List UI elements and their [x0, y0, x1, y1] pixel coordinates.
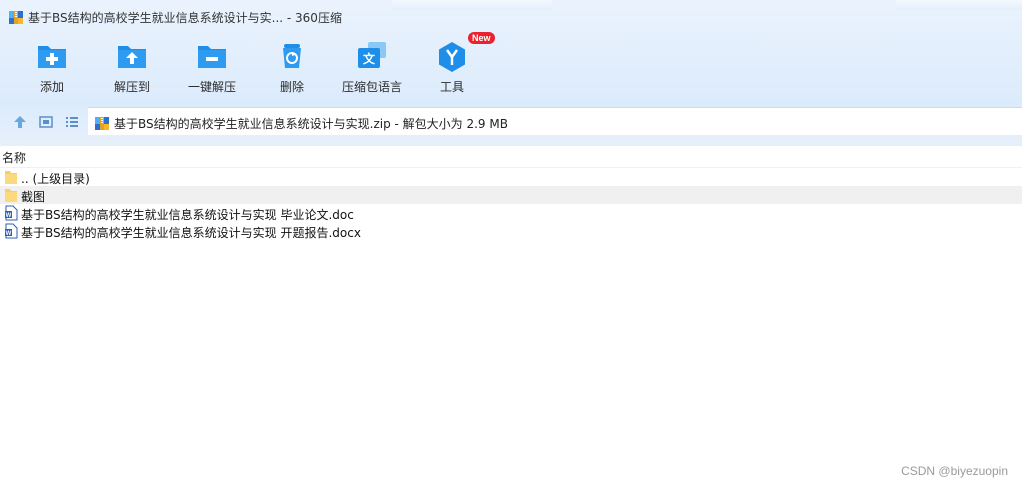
address-row: 基于BS结构的高校学生就业信息系统设计与实现.zip - 解包大小为 2.9 M… [0, 106, 1022, 136]
list-view-icon[interactable] [64, 114, 80, 130]
list-item-parent-directory[interactable]: .. (上级目录) [0, 168, 1022, 186]
add-icon [38, 46, 66, 68]
delete-button[interactable]: 删除 [252, 38, 332, 100]
extract-to-icon [118, 46, 146, 68]
extract-to-label: 解压到 [113, 80, 150, 94]
tools-icon [439, 42, 465, 72]
archive-icon [9, 11, 23, 24]
svg-text:W: W [6, 213, 12, 219]
list-item-thesis-doc[interactable]: W 基于BS结构的高校学生就业信息系统设计与实现 毕业论文.doc [0, 204, 1022, 222]
folder-icon [5, 171, 17, 184]
tools-label: 工具 [439, 80, 464, 94]
address-bar[interactable]: 基于BS结构的高校学生就业信息系统设计与实现.zip - 解包大小为 2.9 M… [88, 107, 1022, 135]
word-document-icon: W [5, 205, 18, 221]
top-panel: 基于BS结构的高校学生就业信息系统设计与实... - 360压缩 添加 解压到 … [0, 0, 1022, 146]
list-item-label: 基于BS结构的高校学生就业信息系统设计与实现 毕业论文.doc [21, 208, 354, 222]
list-item-label: 截图 [21, 190, 46, 204]
word-document-icon: W [5, 223, 18, 239]
one-click-extract-icon [198, 46, 226, 68]
title-bar: 基于BS结构的高校学生就业信息系统设计与实... - 360压缩 [0, 0, 1022, 34]
language-icon: 文 [358, 42, 386, 68]
list-item-label: 基于BS结构的高校学生就业信息系统设计与实现 开题报告.docx [21, 226, 361, 240]
watermark: CSDN @biyezuopin [901, 464, 1008, 478]
svg-text:文: 文 [363, 51, 376, 66]
extract-to-button[interactable]: 解压到 [92, 38, 172, 100]
add-label: 添加 [39, 80, 64, 94]
add-button[interactable]: 添加 [12, 38, 92, 100]
up-arrow-icon[interactable] [12, 114, 28, 130]
tools-button[interactable]: New 工具 [412, 32, 495, 100]
column-name-label: 名称 [2, 151, 27, 165]
svg-text:W: W [6, 231, 12, 237]
thumbnail-view-icon[interactable] [38, 114, 54, 130]
address-path: 基于BS结构的高校学生就业信息系统设计与实现.zip - 解包大小为 2.9 M… [114, 117, 508, 131]
new-badge: New [468, 32, 495, 44]
language-label: 压缩包语言 [341, 80, 402, 94]
list-item-label: .. (上级目录) [21, 172, 90, 186]
list-item-proposal-docx[interactable]: W 基于BS结构的高校学生就业信息系统设计与实现 开题报告.docx [0, 222, 1022, 240]
file-list: .. (上级目录) 截图 W 基于BS结构的高校学生就业信息系统设计与实现 毕业… [0, 168, 1022, 240]
delete-icon [283, 44, 301, 68]
toolbar: 添加 解压到 一键解压 删除 文 压缩包语言 New 工具 [0, 32, 1022, 100]
folder-icon [5, 189, 17, 202]
delete-label: 删除 [279, 80, 304, 94]
window-title: 基于BS结构的高校学生就业信息系统设计与实... - 360压缩 [28, 11, 342, 25]
one-click-extract-button[interactable]: 一键解压 [172, 38, 252, 100]
one-click-extract-label: 一键解压 [187, 80, 236, 94]
zip-file-icon [95, 117, 109, 130]
column-header[interactable]: 名称 [0, 146, 1022, 168]
language-button[interactable]: 文 压缩包语言 [332, 38, 412, 100]
list-item-screenshots-folder[interactable]: 截图 [0, 186, 1022, 204]
